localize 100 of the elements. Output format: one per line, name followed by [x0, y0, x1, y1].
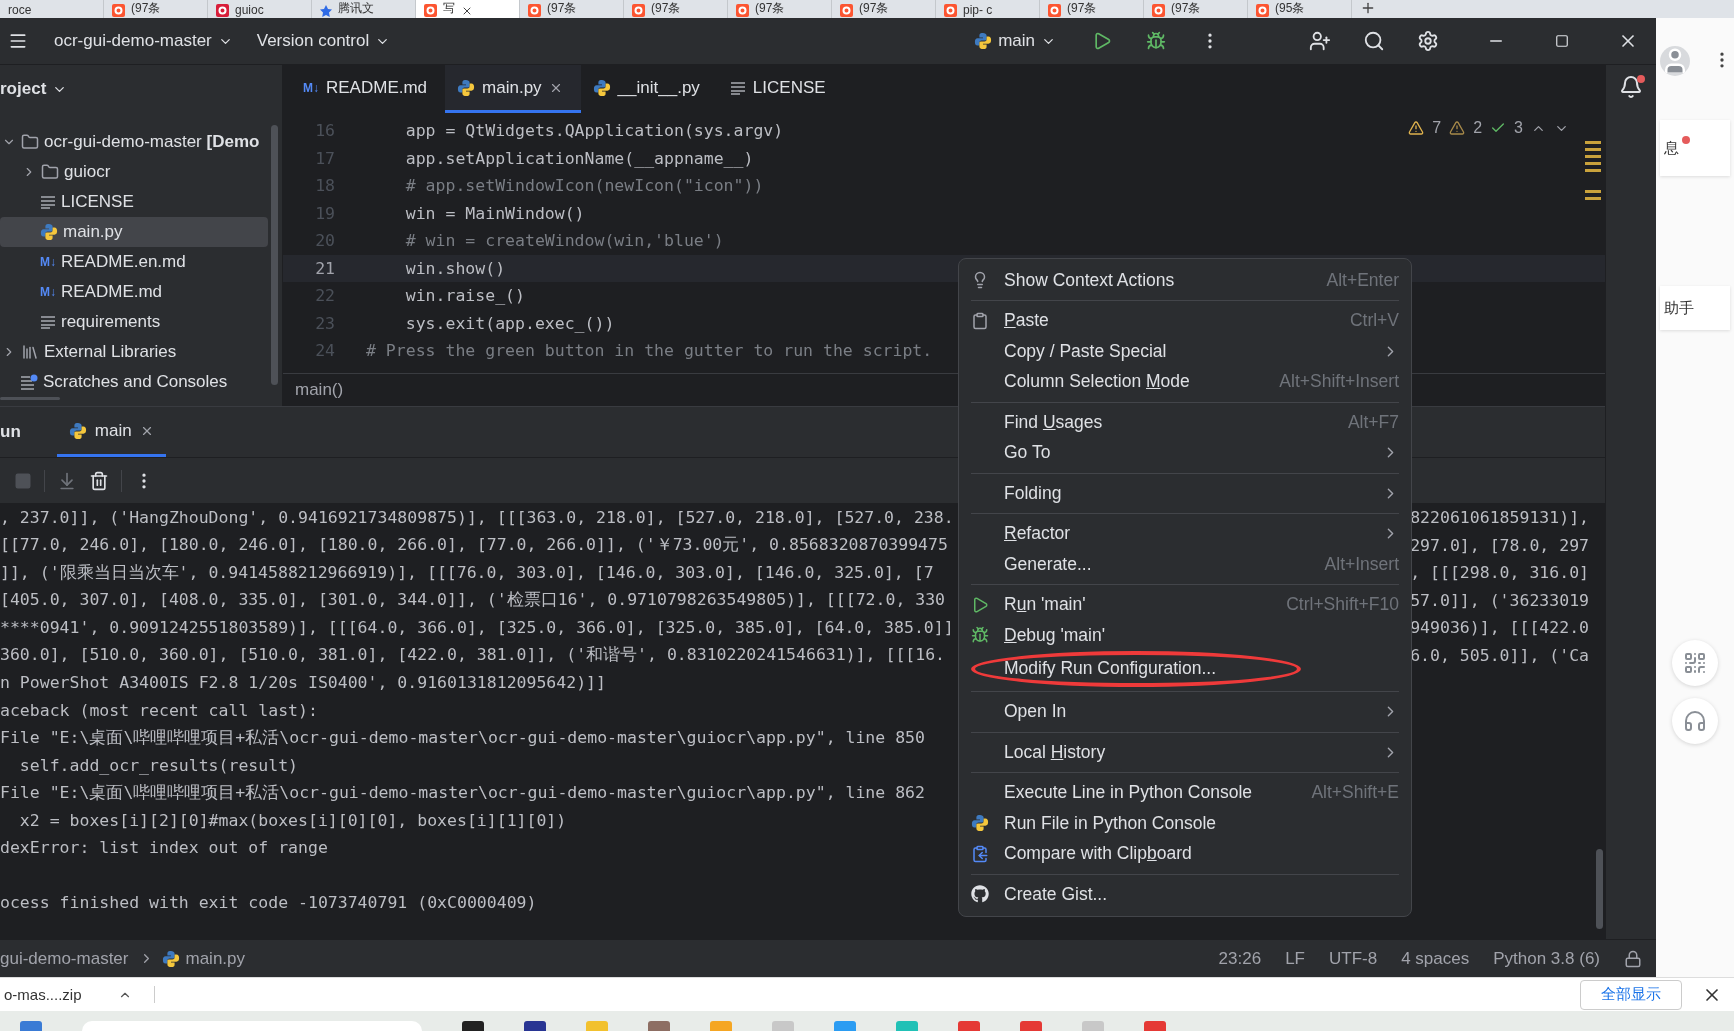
tree-item[interactable]: External Libraries: [0, 337, 268, 367]
run-config-selector[interactable]: main: [974, 31, 1056, 51]
tree-item[interactable]: main.py: [0, 217, 268, 247]
warning-count: 7: [1432, 119, 1442, 137]
vcs-menu[interactable]: Version control: [256, 31, 391, 51]
console-line: File "E:\桌面\哔哩哔哩项目+私活\ocr-gui-demo-master\ocr-gui-demo-master\guiocr\app.py", line 850: [0, 726, 925, 749]
taskbar-app-icon[interactable]: [648, 1021, 670, 1031]
menu-item[interactable]: Compare with Clipboard: [971, 838, 1399, 869]
scroll-to-end-icon[interactable]: [57, 470, 77, 491]
menu-item[interactable]: Debug 'main': [971, 620, 1399, 651]
maximize-icon[interactable]: [1555, 34, 1569, 48]
menu-item[interactable]: Run File in Python Console: [971, 808, 1399, 839]
site-icon: [216, 4, 229, 17]
trash-icon[interactable]: [89, 470, 109, 491]
download-item[interactable]: o-mas....zip: [4, 986, 82, 1003]
avatar-icon[interactable]: [1660, 46, 1690, 76]
search-icon[interactable]: [1363, 30, 1385, 52]
headset-icon[interactable]: [1683, 709, 1707, 733]
menu-icon[interactable]: [8, 31, 28, 51]
new-tab-icon[interactable]: [1360, 0, 1376, 16]
status-item[interactable]: 4 spaces: [1401, 948, 1470, 969]
console-line: 949036)], [[[422.0: [1410, 618, 1589, 638]
menu-item[interactable]: Local History: [971, 737, 1399, 768]
text-file-icon: [729, 80, 746, 95]
tree-item[interactable]: requirements: [0, 307, 268, 337]
breadcrumb[interactable]: gui-demo-master: [0, 948, 129, 969]
console-line: 297.0], [78.0, 297: [1410, 535, 1589, 555]
project-switcher[interactable]: ocr-gui-demo-master: [54, 31, 233, 51]
python-icon: [592, 78, 611, 97]
tree-item[interactable]: LICENSE: [0, 187, 268, 217]
tree-item[interactable]: guiocr: [0, 157, 268, 187]
python-icon: [971, 814, 989, 833]
tree-item[interactable]: M↓ README.en.md: [0, 247, 268, 277]
site-icon: [840, 4, 853, 17]
console-line: 360.0], [510.0, 360.0], [510.0, 381.0], [422.0, 381.0]], ('和谐号', 0.8310220241546631)], [[[16.: [0, 644, 946, 667]
code-line: win.raise_(): [404, 286, 525, 306]
markdown-icon: M↓: [40, 255, 56, 269]
menu-item[interactable]: Folding: [971, 478, 1399, 509]
tree-item[interactable]: ocr-gui-demo-master [Demo: [0, 127, 268, 157]
site-icon: [112, 4, 125, 17]
user-add-icon[interactable]: [1309, 30, 1331, 52]
show-all-button[interactable]: 全部显示: [1580, 979, 1682, 1010]
scrollbar[interactable]: [1596, 849, 1603, 929]
menu-item[interactable]: Generate... Alt+Insert: [971, 549, 1399, 580]
tree-item[interactable]: M↓ README.md: [0, 277, 268, 307]
close-icon[interactable]: [461, 5, 473, 17]
status-item[interactable]: LF: [1285, 948, 1305, 969]
notification-dot: [1636, 75, 1645, 83]
editor-tab[interactable]: main.py: [445, 65, 581, 113]
tree-item[interactable]: Scratches and Consoles: [0, 367, 268, 397]
text-file-icon: [40, 315, 56, 329]
menu-item[interactable]: Create Gist...: [971, 879, 1399, 910]
start-icon[interactable]: [20, 1021, 42, 1031]
menu-item[interactable]: Run 'main' Ctrl+Shift+F10: [971, 589, 1399, 620]
panel-title: un: [0, 422, 21, 442]
menu-item[interactable]: Refactor: [971, 518, 1399, 549]
bug-icon[interactable]: [1146, 31, 1166, 51]
breadcrumb[interactable]: main.py: [185, 948, 246, 969]
menu-item[interactable]: Open In: [971, 696, 1399, 727]
browser-tab[interactable]: 写: [416, 0, 520, 18]
status-item[interactable]: UTF-8: [1329, 948, 1378, 969]
run-icon[interactable]: [1092, 31, 1112, 51]
notification-icon[interactable]: [1618, 75, 1643, 99]
menu-item[interactable]: Show Context Actions Alt+Enter: [971, 265, 1399, 296]
python-icon: [457, 78, 476, 97]
lock-icon[interactable]: [1624, 949, 1642, 968]
settings-icon[interactable]: [1417, 30, 1439, 52]
panel-title[interactable]: roject: [0, 79, 47, 99]
menu-item[interactable]: Copy / Paste Special: [971, 336, 1399, 367]
taskbar-app-icon[interactable]: [524, 1021, 546, 1031]
status-item[interactable]: Python 3.8 (6): [1493, 948, 1600, 969]
taskbar-app-icon[interactable]: [462, 1021, 484, 1031]
typo-count: 3: [1514, 119, 1523, 137]
console-line: [405.0, 307.0], [408.0, 335.0], [301.0, 344.0]], ('检票口16', 0.9710798263549805)], [[[72.0, 330: [0, 589, 946, 612]
github-icon: [971, 885, 989, 904]
menu-item[interactable]: Column Selection Mode Alt+Shift+Insert: [971, 366, 1399, 397]
stop-icon[interactable]: [14, 471, 32, 490]
python-icon: [161, 949, 180, 968]
python-icon: [974, 32, 993, 50]
site-icon: [944, 4, 957, 17]
scrollbar[interactable]: [0, 397, 60, 400]
status-item[interactable]: 23:26: [1218, 948, 1262, 969]
page-text[interactable]: 息: [1664, 138, 1679, 158]
qr-code-icon[interactable]: [1683, 651, 1707, 675]
code-line: app.setApplicationName(__appname__): [404, 148, 754, 168]
menu-item[interactable]: Go To: [971, 437, 1399, 468]
console-line: self.add_ocr_results(result): [18, 755, 298, 775]
editor-tab[interactable]: __init__.py: [580, 65, 718, 113]
menu-item[interactable]: Modify Run Configuration...: [971, 650, 1399, 687]
scratches-icon: [20, 374, 38, 390]
warning-icon: [1408, 120, 1425, 136]
breadcrumb[interactable]: main(): [295, 380, 344, 400]
editor-tab[interactable]: M↓ README.md: [291, 65, 446, 113]
warning-icon: [1449, 120, 1466, 136]
menu-item[interactable]: Execute Line in Python Console Alt+Shift+E: [971, 777, 1399, 808]
scrollbar[interactable]: [271, 125, 278, 385]
menu-item[interactable]: Paste Ctrl+V: [971, 305, 1399, 336]
menu-item[interactable]: Find Usages Alt+F7: [971, 407, 1399, 438]
editor-tab[interactable]: LICENSE: [717, 65, 844, 113]
page-text[interactable]: 助手: [1664, 298, 1694, 318]
